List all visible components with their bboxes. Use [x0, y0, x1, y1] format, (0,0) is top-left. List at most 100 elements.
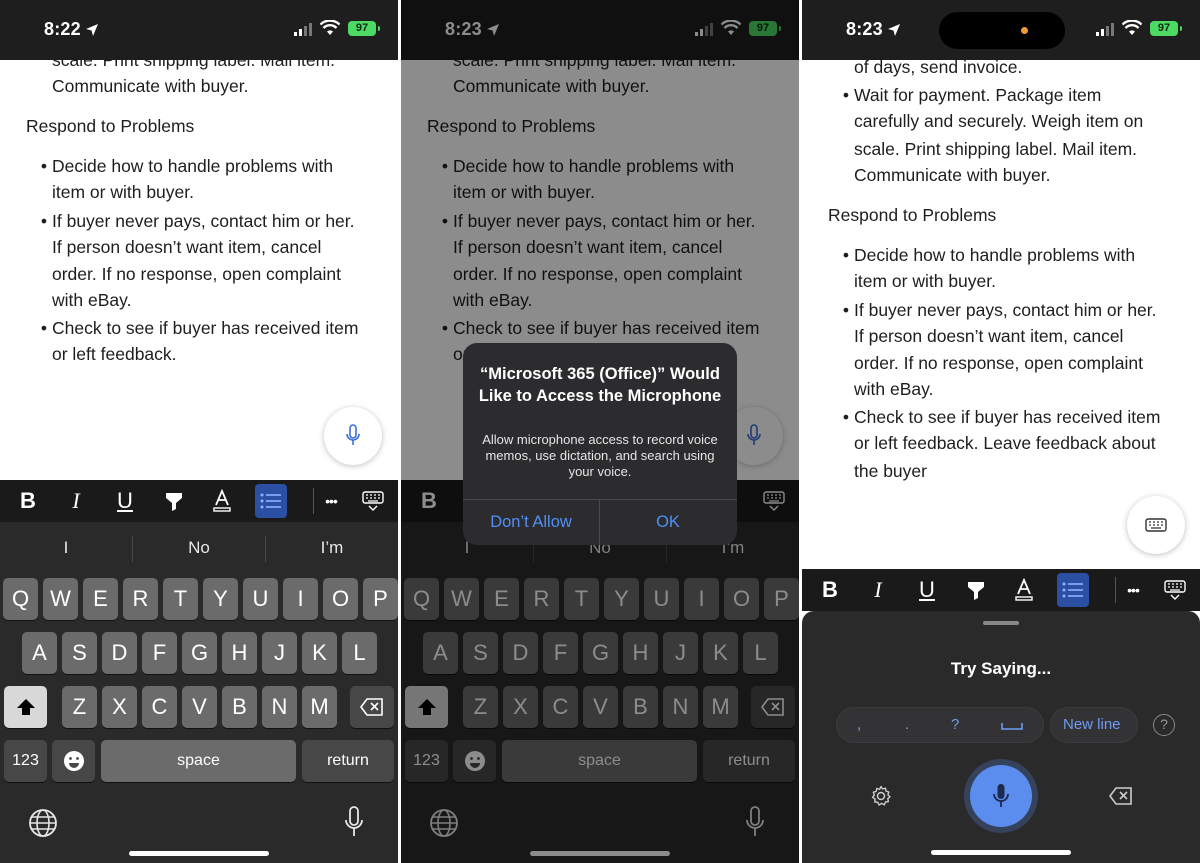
- doc-line: or left feedback.: [52, 344, 177, 364]
- keyboard-dismiss-icon: [1164, 580, 1186, 600]
- alert-message: Allow microphone access to record voice …: [482, 432, 718, 479]
- suggestion-item[interactable]: No: [133, 538, 265, 558]
- more-button[interactable]: •••: [315, 484, 347, 518]
- key-n[interactable]: N: [262, 686, 297, 728]
- key-c[interactable]: C: [142, 686, 177, 728]
- return-key[interactable]: return: [302, 740, 394, 782]
- font-color-button[interactable]: [1008, 573, 1040, 607]
- key-w[interactable]: W: [43, 578, 78, 620]
- underline-button[interactable]: U: [911, 573, 943, 607]
- doc-line: If person doesn’t want item, cancel: [52, 237, 322, 257]
- highlight-button[interactable]: [960, 573, 992, 607]
- dynamic-island: [939, 12, 1065, 49]
- suggestion-item[interactable]: I’m: [266, 538, 398, 558]
- key-o[interactable]: O: [323, 578, 358, 620]
- comma-chip[interactable]: ,: [857, 716, 861, 733]
- key-v[interactable]: V: [182, 686, 217, 728]
- key-i[interactable]: I: [283, 578, 318, 620]
- delete-key[interactable]: [350, 686, 394, 728]
- key-z[interactable]: Z: [62, 686, 97, 728]
- dictation-delete-icon[interactable]: [1109, 787, 1133, 805]
- bullets-button[interactable]: [255, 484, 287, 518]
- highlighter-icon: [166, 493, 182, 511]
- doc-line: carefully and securely. Weigh item on: [854, 111, 1144, 131]
- numbers-key[interactable]: 123: [4, 740, 47, 782]
- suggestion-item[interactable]: I: [0, 538, 132, 558]
- bullet-icon: •: [842, 407, 850, 427]
- key-m[interactable]: M: [302, 686, 337, 728]
- doc-line: or left feedback. Leave feedback about: [854, 433, 1156, 453]
- font-color-button[interactable]: [206, 484, 238, 518]
- underline-button[interactable]: U: [109, 484, 141, 518]
- dictation-mic-button[interactable]: [970, 765, 1032, 827]
- microphone-permission-alert: “Microsoft 365 (Office)” Would Like to A…: [463, 343, 737, 545]
- more-button[interactable]: •••: [1117, 573, 1149, 607]
- key-k[interactable]: K: [302, 632, 337, 674]
- space-key[interactable]: space: [101, 740, 296, 782]
- globe-icon[interactable]: [28, 808, 58, 838]
- key-g[interactable]: G: [182, 632, 217, 674]
- question-chip[interactable]: ?: [951, 716, 959, 733]
- key-r[interactable]: R: [123, 578, 158, 620]
- italic-button[interactable]: I: [60, 484, 92, 518]
- doc-line: Check to see if buyer has received item: [854, 407, 1161, 427]
- bullets-button[interactable]: [1057, 573, 1089, 607]
- italic-button[interactable]: I: [862, 573, 894, 607]
- keyboard-microphone-icon[interactable]: [343, 806, 365, 838]
- cellular-signal-icon: [294, 23, 312, 36]
- key-a[interactable]: A: [22, 632, 57, 674]
- try-saying-label: Try Saying...: [950, 659, 1052, 678]
- new-line-chip[interactable]: New line: [1050, 707, 1138, 743]
- ok-button[interactable]: OK: [600, 499, 736, 545]
- doc-line: item or with buyer.: [854, 271, 996, 291]
- key-d[interactable]: D: [102, 632, 137, 674]
- space-chip-icon[interactable]: [1001, 722, 1023, 730]
- dictation-panel: Try Saying... , . ? New line ?: [802, 611, 1200, 863]
- bullet-list-icon: [260, 493, 281, 509]
- doc-line: order. If no response, open complaint: [52, 264, 341, 284]
- key-h[interactable]: H: [222, 632, 257, 674]
- home-indicator[interactable]: [931, 850, 1071, 855]
- shift-key[interactable]: [4, 686, 47, 728]
- drag-handle[interactable]: [983, 621, 1019, 625]
- show-keyboard-button[interactable]: [1127, 496, 1185, 554]
- doc-line: If buyer never pays, contact him or her.: [854, 300, 1157, 320]
- hide-keyboard-button[interactable]: [1159, 573, 1191, 607]
- key-f[interactable]: F: [142, 632, 177, 674]
- dictate-button[interactable]: [324, 407, 382, 465]
- format-toolbar: B I U •••: [802, 569, 1200, 611]
- hide-keyboard-button[interactable]: [357, 484, 389, 518]
- key-y[interactable]: Y: [203, 578, 238, 620]
- key-t[interactable]: T: [163, 578, 198, 620]
- key-s[interactable]: S: [62, 632, 97, 674]
- panel-document-keyboard: 8:22 97 scale. Print shipping label. Mai…: [0, 0, 398, 863]
- format-toolbar: B I U •••: [0, 480, 398, 522]
- help-button[interactable]: ?: [1153, 714, 1175, 736]
- alert-title: “Microsoft 365 (Office)” Would Like to A…: [478, 365, 722, 405]
- key-l[interactable]: L: [342, 632, 377, 674]
- doc-line: of days, send invoice.: [854, 57, 1023, 77]
- key-b[interactable]: B: [222, 686, 257, 728]
- location-arrow-icon: [887, 24, 900, 36]
- emoji-key[interactable]: [52, 740, 95, 782]
- bold-button[interactable]: B: [814, 573, 846, 607]
- mic-in-use-indicator: [1021, 27, 1028, 34]
- key-p[interactable]: P: [363, 578, 398, 620]
- key-j[interactable]: J: [262, 632, 297, 674]
- settings-gear-icon[interactable]: [870, 785, 892, 807]
- dont-allow-button[interactable]: Don’t Allow: [463, 499, 599, 545]
- keyboard-dismiss-icon: [362, 491, 384, 511]
- period-chip[interactable]: .: [905, 716, 909, 733]
- emoji-icon: [63, 751, 84, 771]
- doc-line: Communicate with buyer.: [52, 76, 249, 96]
- key-x[interactable]: X: [102, 686, 137, 728]
- home-indicator[interactable]: [129, 851, 269, 856]
- key-q[interactable]: Q: [3, 578, 38, 620]
- new-line-label: New line: [1063, 716, 1121, 733]
- bold-button[interactable]: B: [12, 484, 44, 518]
- key-u[interactable]: U: [243, 578, 278, 620]
- highlight-button[interactable]: [158, 484, 190, 518]
- doc-line: Check to see if buyer has received item: [52, 318, 359, 338]
- key-e[interactable]: E: [83, 578, 118, 620]
- font-color-icon: [213, 489, 231, 512]
